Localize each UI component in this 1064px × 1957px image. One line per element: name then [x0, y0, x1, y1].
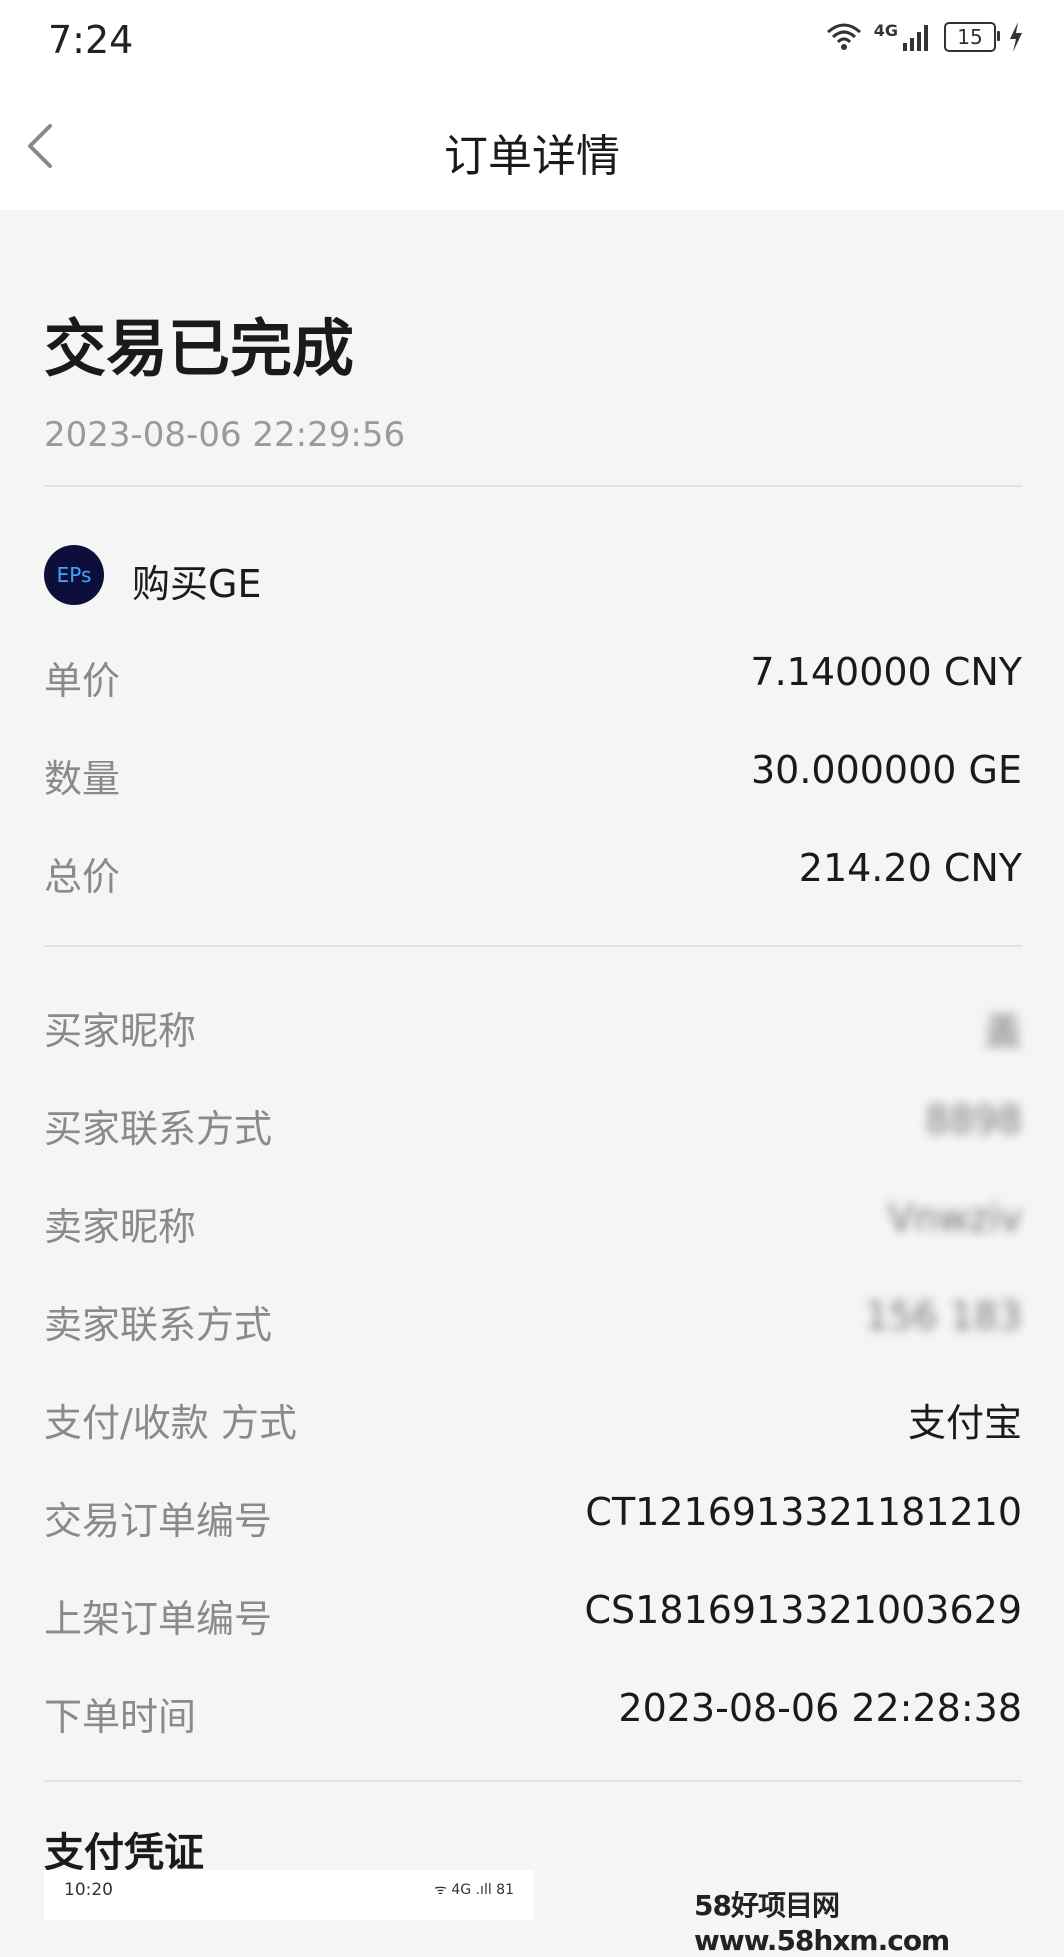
- watermark-text: 58好项目网www.58hxm.com: [694, 1889, 950, 1957]
- product-name: 购买GE: [132, 562, 262, 606]
- buyer-contact-value: 8898: [925, 1098, 1022, 1142]
- buyer-contact-row: 买家联系方式 8898: [44, 1090, 1022, 1151]
- divider: [44, 1780, 1022, 1782]
- payment-voucher-image[interactable]: 10:20 ᯤ 4G .ıll 81: [44, 1870, 534, 1920]
- buyer-name-label: 买家昵称: [44, 1009, 197, 1053]
- signal-icon: [903, 25, 928, 51]
- unit-price-value: 7.140000 CNY: [750, 650, 1022, 694]
- divider: [44, 945, 1022, 947]
- quantity-row: 数量 30.000000 GE: [44, 740, 1022, 801]
- network-type: 4G: [873, 20, 898, 40]
- seller-contact-value: 156 183: [864, 1294, 1022, 1338]
- product-logo: EPs: [44, 545, 104, 605]
- payment-method-value: 支付宝: [907, 1401, 1022, 1445]
- trade-no-value: CT1216913321181210: [585, 1490, 1022, 1534]
- order-time-label: 下单时间: [44, 1695, 197, 1739]
- divider: [44, 485, 1022, 487]
- total-row: 总价 214.20 CNY: [44, 838, 1022, 899]
- listing-no-label: 上架订单编号: [44, 1597, 273, 1641]
- trade-no-label: 交易订单编号: [44, 1499, 273, 1543]
- status-time: 7:24: [48, 18, 134, 62]
- total-label: 总价: [44, 855, 121, 899]
- total-value: 214.20 CNY: [798, 846, 1022, 890]
- charging-icon: [1010, 22, 1022, 52]
- seller-name-label: 卖家昵称: [44, 1205, 197, 1249]
- unit-price-label: 单价: [44, 659, 121, 703]
- seller-contact-label: 卖家联系方式: [44, 1303, 273, 1347]
- wifi-icon: [826, 23, 861, 50]
- buyer-name-value: 盖: [983, 1009, 1022, 1053]
- order-status: 交易已完成: [44, 312, 355, 385]
- listing-no-value: CS1816913321003629: [584, 1588, 1022, 1632]
- seller-name-row: 卖家昵称 Vnwziv: [44, 1188, 1022, 1249]
- product-row: EPs 购买GE: [44, 545, 1022, 609]
- order-time-value: 2023-08-06 22:28:38: [618, 1686, 1022, 1730]
- buyer-contact-label: 买家联系方式: [44, 1107, 273, 1151]
- voucher-thumb-status-icons: ᯤ 4G .ıll 81: [434, 1882, 514, 1898]
- seller-contact-row: 卖家联系方式 156 183: [44, 1286, 1022, 1347]
- payment-method-row: 支付/收款 方式 支付宝: [44, 1384, 1022, 1445]
- payment-method-label: 支付/收款 方式: [44, 1401, 297, 1445]
- status-bar: 7:24 4G 15: [0, 0, 1064, 82]
- trade-no-row: 交易订单编号 CT1216913321181210: [44, 1482, 1022, 1543]
- order-time-row: 下单时间 2023-08-06 22:28:38: [44, 1678, 1022, 1739]
- battery-level: 15: [957, 25, 983, 49]
- battery-icon: 15: [944, 22, 1000, 52]
- listing-no-row: 上架订单编号 CS1816913321003629: [44, 1580, 1022, 1641]
- status-icons: 4G 15: [826, 20, 1024, 52]
- unit-price-row: 单价 7.140000 CNY: [44, 642, 1022, 703]
- seller-name-value: Vnwziv: [887, 1196, 1022, 1240]
- buyer-name-row: 买家昵称 盖: [44, 992, 1022, 1053]
- quantity-value: 30.000000 GE: [750, 748, 1022, 792]
- page-title: 订单详情: [444, 131, 620, 182]
- nav-bar: 订单详情: [0, 82, 1064, 210]
- voucher-thumb-time: 10:20: [64, 1880, 113, 1900]
- order-status-time: 2023-08-06 22:29:56: [44, 415, 406, 455]
- quantity-label: 数量: [44, 757, 121, 801]
